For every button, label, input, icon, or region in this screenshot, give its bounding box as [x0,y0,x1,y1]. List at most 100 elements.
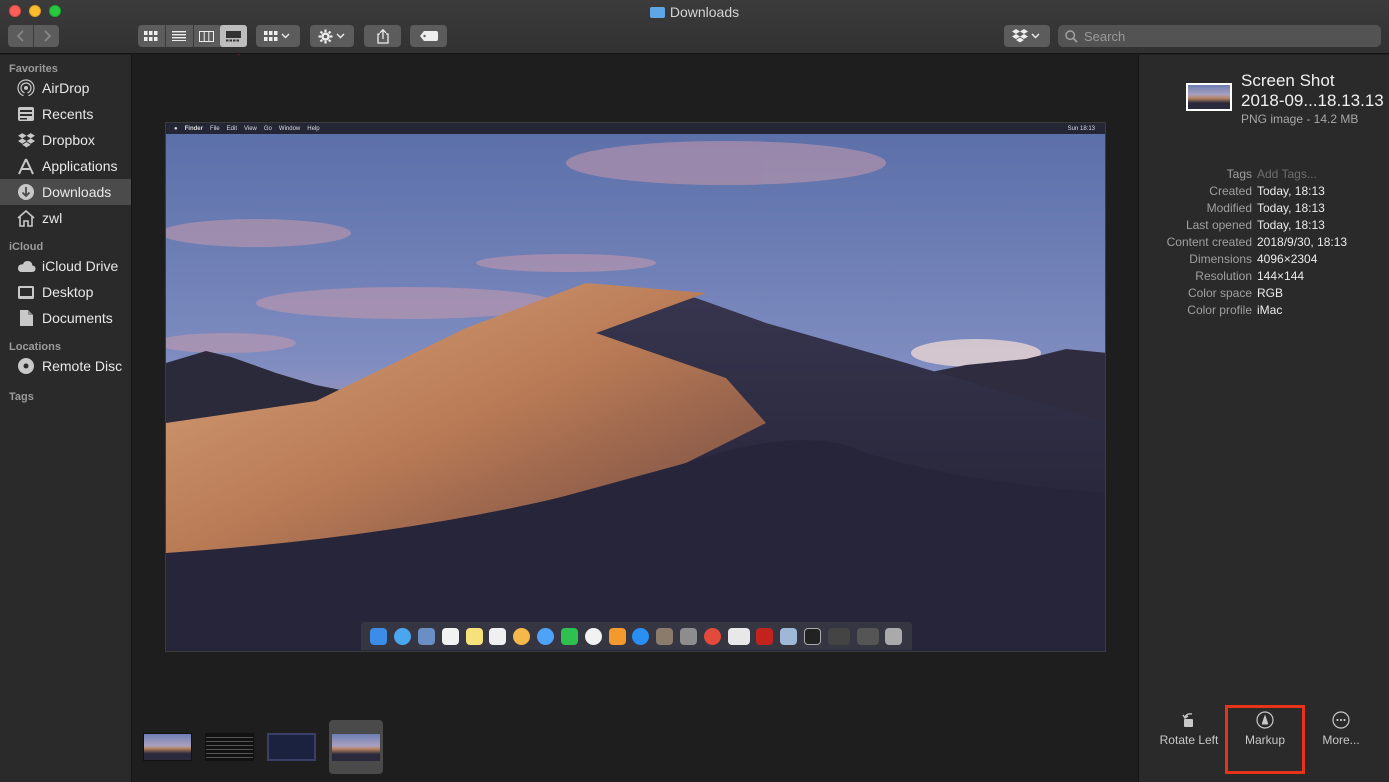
sidebar-item-icloud-drive[interactable]: iCloud Drive [0,253,131,279]
chevron-left-icon [16,30,24,42]
window-title-text: Downloads [669,4,740,20]
metadata-key: Color space [1187,285,1252,300]
more-label: More... [1322,733,1360,747]
sidebar-header-icloud: iCloud [9,241,44,253]
sidebar-header-locations: Locations [9,341,61,353]
metadata-row-tags: Tags Add Tags... [1139,165,1389,182]
desert-wallpaper-image [166,123,1105,651]
sidebar-item-dropbox[interactable]: Dropbox [0,127,131,153]
file-name: Screen Shot 2018-09...18.13.13 [1241,71,1384,111]
back-button[interactable] [8,25,33,47]
markup-icon [1256,707,1274,733]
group-by-button[interactable] [256,25,300,47]
line-icon [560,627,578,645]
file-kind: PNG image - 14.2 MB [1241,112,1359,126]
search-field[interactable] [1058,25,1381,47]
menu-clock: Sun 18:13 [1067,125,1095,132]
sidebar-item-applications[interactable]: Applications [0,153,131,179]
sidebar-item-documents[interactable]: Documents [0,305,131,331]
terminal-icon [804,627,822,645]
metadata-row: Content created 2018/9/30, 18:13 [1139,233,1389,250]
keyboard-icon [727,627,750,645]
share-button[interactable] [364,25,401,47]
tag-button[interactable] [410,25,447,47]
view-mode-group [138,25,247,47]
dropbox-menu-button[interactable] [1004,25,1050,47]
tag-icon [419,31,438,41]
icon-view-button[interactable] [138,25,165,47]
sidebar-item-label: Documents [42,310,113,326]
forward-button[interactable] [34,25,59,47]
system-preferences-icon [679,627,697,645]
messages-icon [537,627,555,645]
rotate-left-icon [1181,707,1197,733]
search-icon [1065,29,1078,43]
airdrop-icon [16,78,36,98]
menu-item: Go [263,125,272,132]
sidebar-header-tags: Tags [9,391,34,403]
rotate-left-button[interactable]: Rotate Left [1159,707,1219,747]
title-bar: Downloads [0,0,1389,54]
search-input[interactable] [1084,28,1364,44]
sidebar-item-remote-disc[interactable]: Remote Disc [0,353,131,379]
sidebar-item-zwl[interactable]: zwl [0,205,131,231]
metadata-value: RGB [1257,285,1284,300]
thumbnail-selected[interactable] [329,720,383,774]
list-view-button[interactable] [166,25,193,47]
sidebar: Favorites AirDrop Recents Dropbox Applic… [0,55,132,782]
more-button[interactable]: More... [1311,707,1371,747]
document-icon [16,308,36,328]
gallery-view: ● Finder File Edit View Go Window Help S… [133,55,1138,782]
music-icon [584,627,602,645]
file-thumbnail [1186,83,1232,111]
sidebar-item-label: AirDrop [42,80,90,96]
sidebar-item-label: Recents [42,106,94,122]
column-view-button[interactable] [193,25,220,47]
add-tags-field[interactable]: Add Tags... [1257,167,1317,181]
downloads-icon [16,182,36,202]
chevron-down-icon [336,33,344,39]
metadata-value: 2018/9/30, 18:13 [1257,234,1348,249]
preview-inspector: Screen Shot 2018-09...18.13.13 PNG image… [1138,55,1389,782]
file-name-line: 2018-09...18.13.13 [1241,91,1384,110]
sidebar-item-label: Dropbox [42,132,95,148]
markup-button[interactable]: Markup [1236,707,1294,747]
metadata-row: Last opened Today, 18:13 [1139,216,1389,233]
chevron-down-icon [1031,33,1040,39]
metadata-key: Modified [1206,200,1252,215]
metadata-row: Modified Today, 18:13 [1139,199,1389,216]
metadata-key: Tags [1226,166,1252,181]
reminders-icon [489,627,507,645]
chevron-right-icon [43,30,51,42]
thumbnail[interactable] [143,733,192,761]
grid-icon [264,30,278,41]
finder-icon [370,627,388,645]
sidebar-item-label: Remote Disc [42,358,123,374]
action-menu-button[interactable] [310,25,354,47]
thumbnail-image [332,733,380,761]
sidebar-item-airdrop[interactable]: AirDrop [0,75,131,101]
thumbnail[interactable] [267,733,316,761]
thumbnail[interactable] [205,733,254,761]
window-thumb-icon [827,627,850,645]
sidebar-item-downloads[interactable]: Downloads [0,179,131,205]
sidebar-item-desktop[interactable]: Desktop [0,279,131,305]
menu-item: View [243,125,257,132]
applications-icon [16,156,36,176]
red-app-icon [756,627,774,645]
menu-item: Window [278,125,301,132]
gallery-view-button[interactable] [220,25,247,47]
sidebar-item-label: iCloud Drive [42,258,119,274]
gallery-icon [226,30,242,41]
menu-item: Help [307,125,320,132]
sidebar-header-favorites: Favorites [9,63,58,75]
disc-icon [16,356,36,376]
metadata-key: Content created [1166,234,1252,249]
apple-icon: ● [174,125,178,132]
markup-label: Markup [1244,733,1285,747]
sidebar-item-recents[interactable]: Recents [0,101,131,127]
sidebar-item-label: Desktop [42,284,94,300]
calendar-icon [441,627,459,645]
image-preview[interactable]: ● Finder File Edit View Go Window Help S… [165,122,1106,652]
mini-dock [361,622,912,650]
